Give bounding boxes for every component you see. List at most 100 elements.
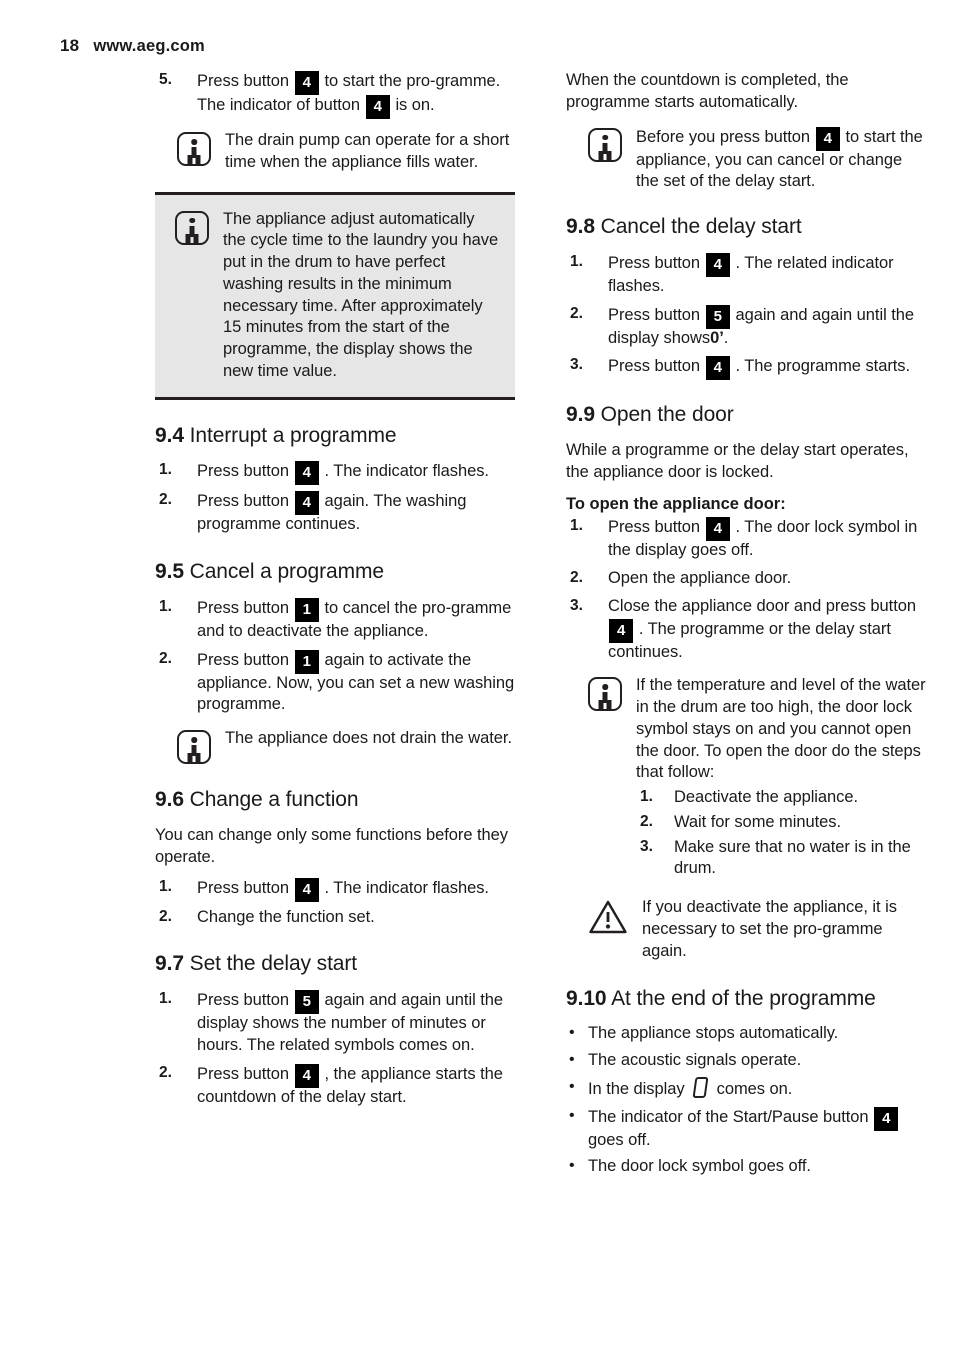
section-title: Interrupt a programme: [189, 423, 397, 447]
info-icon: [177, 730, 211, 765]
step-text-before: Change the function set.: [197, 907, 375, 926]
section-number: 9.6: [155, 788, 184, 812]
button-chip: 4: [294, 491, 319, 516]
info-icon: [175, 210, 209, 245]
note-warning-deactivate: If you deactivate the appliance, it is n…: [566, 897, 926, 962]
button-chip: 4: [294, 71, 319, 95]
step-text-before: Press button: [197, 462, 290, 481]
bullet-text-after: goes off.: [588, 1130, 651, 1149]
note-before-press: Before you press button 4 to start the a…: [566, 126, 926, 194]
bullet-list-9-10: • The appliance stops automatically. • T…: [566, 1023, 926, 1178]
step-text-after: . The indicator flashes.: [324, 462, 489, 481]
section-intro-9-9: While a programme or the delay start ope…: [566, 441, 909, 481]
list-item: 1. Press button 1 to cancel the pro-gram…: [155, 597, 515, 643]
section-heading-9-4: 9.4 Interrupt a programme: [155, 424, 515, 449]
list-item: 1. Press button 5 again and again until …: [155, 989, 515, 1057]
button-chip: 4: [609, 618, 634, 643]
section-title: Open the door: [600, 403, 734, 427]
step-marker: 2.: [159, 491, 172, 509]
note-text: The appliance does not drain the water.: [225, 729, 512, 748]
step-text-before: Open the appliance door.: [608, 569, 792, 588]
button-chip: 4: [874, 1106, 899, 1131]
button-chip: 4: [705, 252, 730, 277]
step-list-9-9: 1. Press button 4 . The door lock symbol…: [566, 516, 926, 663]
bullet-text-after: comes on.: [716, 1079, 793, 1098]
step-marker: 2.: [159, 907, 172, 925]
note-no-drain: The appliance does not drain the water.: [155, 728, 515, 765]
list-item: 1. Press button 4 . The related indicato…: [566, 252, 926, 298]
step-text-after: . The programme or the delay start conti…: [608, 619, 891, 661]
section-heading-9-9: 9.9 Open the door: [566, 403, 926, 428]
section-heading-9-7: 9.7 Set the delay start: [155, 952, 515, 977]
step-text-before: Close the appliance door and press butto…: [608, 596, 916, 615]
note-text: The drain pump can operate for a short t…: [225, 131, 510, 171]
bullet-icon: •: [569, 1024, 575, 1042]
step-text-after: is on.: [395, 96, 435, 114]
note-text: The appliance adjust automatically the c…: [223, 209, 499, 380]
step-marker: 1.: [159, 461, 172, 479]
list-item: 2. Press button 4 , the appliance starts…: [155, 1063, 515, 1109]
info-icon: [588, 677, 622, 712]
list-item: 1. Press button 4 . The indicator flashe…: [155, 877, 515, 902]
sub-heading-open-door: To open the appliance door:: [566, 494, 786, 513]
step-list-9-4: 1. Press button 4 . The indicator flashe…: [155, 460, 515, 536]
page-header: 18 www.aeg.com: [60, 36, 205, 56]
info-icon: [588, 127, 622, 162]
right-column: When the countdown is completed, the pro…: [566, 70, 926, 1183]
step-text-before: Press button: [608, 253, 701, 272]
step-text: Make sure that no water is in the drum.: [674, 837, 911, 878]
list-item: 2. Wait for some minutes.: [636, 812, 926, 834]
step-text: Deactivate the appliance.: [674, 788, 859, 807]
section-number: 9.9: [566, 403, 595, 427]
note-text: If you deactivate the appliance, it is n…: [642, 898, 897, 960]
warning-triangle-icon: [589, 901, 627, 934]
bullet-text-before: The indicator of the Start/Pause button: [588, 1107, 869, 1126]
note-sub-step-list: 1. Deactivate the appliance. 2. Wait for…: [636, 787, 926, 880]
step-text-before: Press button: [197, 72, 290, 90]
button-chip: 4: [705, 517, 730, 542]
step-text-before: Press button: [197, 650, 290, 669]
list-item: 2. Change the function set.: [155, 907, 515, 929]
list-item: 2. Open the appliance door.: [566, 568, 926, 590]
step-marker: 1.: [159, 877, 172, 895]
bullet-icon: •: [569, 1077, 575, 1095]
list-item: 2. Press button 5 again and again until …: [566, 304, 926, 350]
list-item: • The appliance stops automatically.: [566, 1023, 926, 1045]
section-title: Change a function: [189, 788, 359, 812]
note-text: If the temperature and level of the wate…: [636, 675, 926, 883]
section-number: 9.10: [566, 986, 607, 1010]
site-url: www.aeg.com: [93, 37, 205, 55]
section-title: Cancel the delay start: [600, 215, 802, 239]
step-marker: 3.: [570, 596, 583, 614]
section-title: Set the delay start: [189, 952, 358, 976]
list-item: 1. Press button 4 . The door lock symbol…: [566, 516, 926, 562]
button-chip: 4: [705, 356, 730, 381]
list-item: 5. Press button 4 to start the pro-gramm…: [155, 70, 515, 119]
step-list-9-6: 1. Press button 4 . The indicator flashe…: [155, 877, 515, 929]
button-chip: 1: [294, 597, 319, 622]
step-marker: 2.: [570, 304, 583, 322]
step-text-before: Press button: [608, 357, 701, 376]
left-column: 5. Press button 4 to start the pro-gramm…: [155, 70, 515, 1183]
section-number: 9.4: [155, 423, 184, 447]
step-list-9-8: 1. Press button 4 . The related indicato…: [566, 252, 926, 381]
button-chip: 4: [365, 95, 390, 119]
step-text-after: . The programme starts.: [735, 357, 911, 376]
list-item: 3. Press button 4 . The programme starts…: [566, 355, 926, 381]
step-text-after: .: [723, 328, 729, 347]
step-list-9-5: 1. Press button 1 to cancel the pro-gram…: [155, 597, 515, 716]
button-chip: 5: [705, 304, 730, 329]
note-drain-pump: The drain pump can operate for a short t…: [155, 130, 515, 174]
step-text-before: Press button: [197, 598, 290, 617]
note-text: Before you press button 4 to start the a…: [636, 126, 926, 194]
step-marker: 2.: [159, 649, 172, 667]
button-chip: 5: [294, 990, 319, 1015]
step-marker: 1.: [570, 517, 583, 535]
step-text-before: Press button: [608, 305, 701, 324]
bullet-text: The acoustic signals operate.: [588, 1051, 802, 1070]
seven-segment-zero-icon: [692, 1076, 709, 1098]
button-chip: 4: [294, 877, 319, 902]
step-marker: 2.: [640, 812, 653, 830]
section-number: 9.7: [155, 952, 184, 976]
section-heading-9-8: 9.8 Cancel the delay start: [566, 215, 926, 240]
